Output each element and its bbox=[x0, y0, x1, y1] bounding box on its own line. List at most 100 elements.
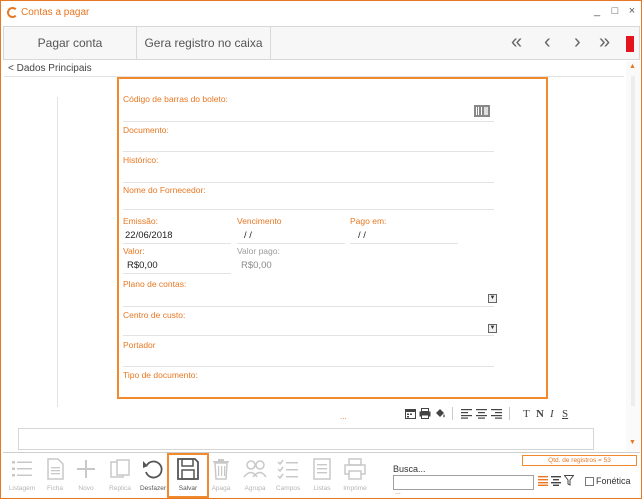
align-right-icon[interactable] bbox=[491, 408, 502, 419]
listagem-label: Listagem bbox=[8, 485, 36, 492]
desfazer-button[interactable]: Desfazer bbox=[138, 457, 168, 492]
undo-icon bbox=[143, 460, 163, 479]
notes-expand-dots[interactable]: ... bbox=[340, 412, 347, 421]
search-mode-center-icon[interactable] bbox=[551, 476, 561, 486]
ficha-button[interactable]: Ficha bbox=[40, 457, 70, 492]
centro-custo-label: Centro de custo: bbox=[123, 310, 186, 320]
campos-button[interactable]: Campos bbox=[273, 457, 303, 492]
gera-registro-caixa-button[interactable]: Gera registro no caixa bbox=[137, 27, 271, 59]
print-small-icon[interactable] bbox=[419, 408, 431, 419]
novo-button[interactable]: Novo bbox=[71, 457, 101, 492]
toolbar-separator bbox=[509, 407, 510, 420]
desfazer-label: Desfazer bbox=[139, 485, 166, 492]
vertical-scrollbar[interactable]: ▲ ▼ bbox=[626, 61, 640, 451]
printer-icon bbox=[344, 458, 366, 480]
action-toolbar: Pagar conta Gera registro no caixa « ‹ ›… bbox=[3, 26, 640, 60]
busca-input[interactable] bbox=[393, 475, 534, 490]
centro-custo-field[interactable] bbox=[123, 335, 494, 336]
checklist-icon bbox=[277, 459, 298, 480]
fornecedor-label: Nome do Fornecedor: bbox=[123, 185, 206, 195]
plano-contas-label: Plano de contas: bbox=[123, 279, 187, 289]
documento-label: Documento: bbox=[123, 125, 169, 135]
replica-button[interactable]: Replica bbox=[105, 457, 135, 492]
vencimento-value[interactable]: / / bbox=[244, 230, 252, 241]
pago-em-value[interactable]: / / bbox=[358, 230, 366, 241]
bold-button[interactable]: N bbox=[536, 408, 544, 420]
scroll-down-icon[interactable]: ▼ bbox=[629, 439, 636, 446]
app-logo-icon bbox=[7, 7, 18, 18]
apaga-label: Apaga bbox=[211, 485, 231, 492]
underline-button[interactable]: S bbox=[562, 408, 568, 420]
section-dados-principais[interactable]: < Dados Principais bbox=[4, 62, 624, 77]
agrupa-label: Agrupa bbox=[244, 485, 266, 492]
align-left-icon[interactable] bbox=[461, 408, 472, 419]
plano-contas-dropdown-icon[interactable]: ▼ bbox=[488, 294, 497, 303]
imprime-button[interactable]: Imprime bbox=[340, 457, 370, 492]
text-normal-button[interactable]: T bbox=[523, 408, 530, 420]
agrupa-button[interactable]: Agrupa bbox=[240, 457, 270, 492]
historico-field[interactable] bbox=[123, 182, 494, 183]
status-flag-icon bbox=[626, 36, 634, 52]
title-bar: Contas a pagar _ □ × bbox=[1, 1, 641, 25]
minimize-button[interactable]: _ bbox=[589, 5, 605, 17]
ficha-label: Ficha bbox=[47, 485, 63, 492]
listagem-button[interactable]: Listagem bbox=[7, 457, 37, 492]
app-window: Contas a pagar _ □ × Pagar conta Gera re… bbox=[0, 0, 642, 499]
window-title: Contas a pagar bbox=[21, 7, 90, 18]
bottom-toolbar: Listagem Ficha Novo Replica Desfazer Sal… bbox=[3, 452, 640, 498]
plano-contas-field[interactable] bbox=[123, 306, 494, 307]
record-count-badge: Qtd. de registros = 53 bbox=[522, 455, 637, 466]
first-record-icon[interactable]: « bbox=[511, 31, 522, 53]
listas-button[interactable]: Listas bbox=[307, 457, 337, 492]
portador-field[interactable] bbox=[123, 366, 494, 367]
valor-value[interactable]: R$0,00 bbox=[127, 260, 158, 271]
fill-color-icon[interactable] bbox=[434, 408, 446, 419]
pago-em-label: Pago em: bbox=[350, 216, 387, 226]
toolbar-separator bbox=[452, 407, 453, 420]
emissao-value[interactable]: 22/06/2018 bbox=[125, 230, 173, 241]
trash-icon bbox=[213, 459, 229, 480]
documento-field[interactable] bbox=[123, 151, 494, 152]
centro-custo-dropdown-icon[interactable]: ▼ bbox=[488, 324, 497, 333]
valor-pago-value: R$0,00 bbox=[241, 260, 272, 271]
form-panel: Código de barras do boleto: Documento: H… bbox=[117, 77, 548, 399]
vencimento-field[interactable] bbox=[237, 243, 345, 244]
last-record-icon[interactable]: » bbox=[599, 31, 610, 53]
emissao-field[interactable] bbox=[123, 243, 231, 244]
barcode-field[interactable] bbox=[123, 121, 494, 122]
plus-icon bbox=[77, 460, 95, 478]
calendar-icon[interactable] bbox=[405, 408, 416, 419]
tipo-documento-label: Tipo de documento: bbox=[123, 370, 198, 380]
align-center-icon[interactable] bbox=[476, 408, 487, 419]
filter-icon[interactable] bbox=[564, 475, 574, 486]
previous-record-icon[interactable]: ‹ bbox=[544, 31, 551, 53]
list-icon bbox=[12, 461, 32, 477]
busca-label: Busca... bbox=[393, 464, 426, 474]
salvar-button[interactable]: Salvar bbox=[173, 457, 203, 492]
maximize-button[interactable]: □ bbox=[607, 5, 623, 17]
document-icon bbox=[47, 458, 64, 480]
portador-label: Portador bbox=[123, 340, 156, 350]
fonetica-checkbox[interactable] bbox=[585, 477, 594, 486]
italic-button[interactable]: I bbox=[550, 408, 554, 420]
busca-dots[interactable]: ... bbox=[395, 489, 401, 496]
close-button[interactable]: × bbox=[624, 5, 640, 17]
scroll-up-icon[interactable]: ▲ bbox=[629, 63, 636, 70]
notes-textarea[interactable] bbox=[18, 428, 594, 450]
barcode-icon[interactable] bbox=[474, 105, 490, 117]
listas-label: Listas bbox=[313, 485, 331, 492]
save-icon bbox=[177, 458, 199, 480]
pago-em-field[interactable] bbox=[350, 243, 458, 244]
fornecedor-field[interactable] bbox=[123, 209, 494, 210]
valor-field[interactable] bbox=[123, 273, 231, 274]
apaga-button[interactable]: Apaga bbox=[206, 457, 236, 492]
search-mode-list-icon[interactable] bbox=[538, 476, 548, 486]
divider bbox=[57, 97, 58, 407]
scroll-thumb[interactable] bbox=[631, 76, 635, 406]
valor-label: Valor: bbox=[123, 246, 145, 256]
valor-pago-label: Valor pago: bbox=[237, 246, 280, 256]
pagar-conta-button[interactable]: Pagar conta bbox=[4, 27, 137, 59]
vencimento-label: Vencimento bbox=[237, 216, 282, 226]
next-record-icon[interactable]: › bbox=[574, 31, 581, 53]
fonetica-label[interactable]: Fonética bbox=[596, 476, 631, 486]
